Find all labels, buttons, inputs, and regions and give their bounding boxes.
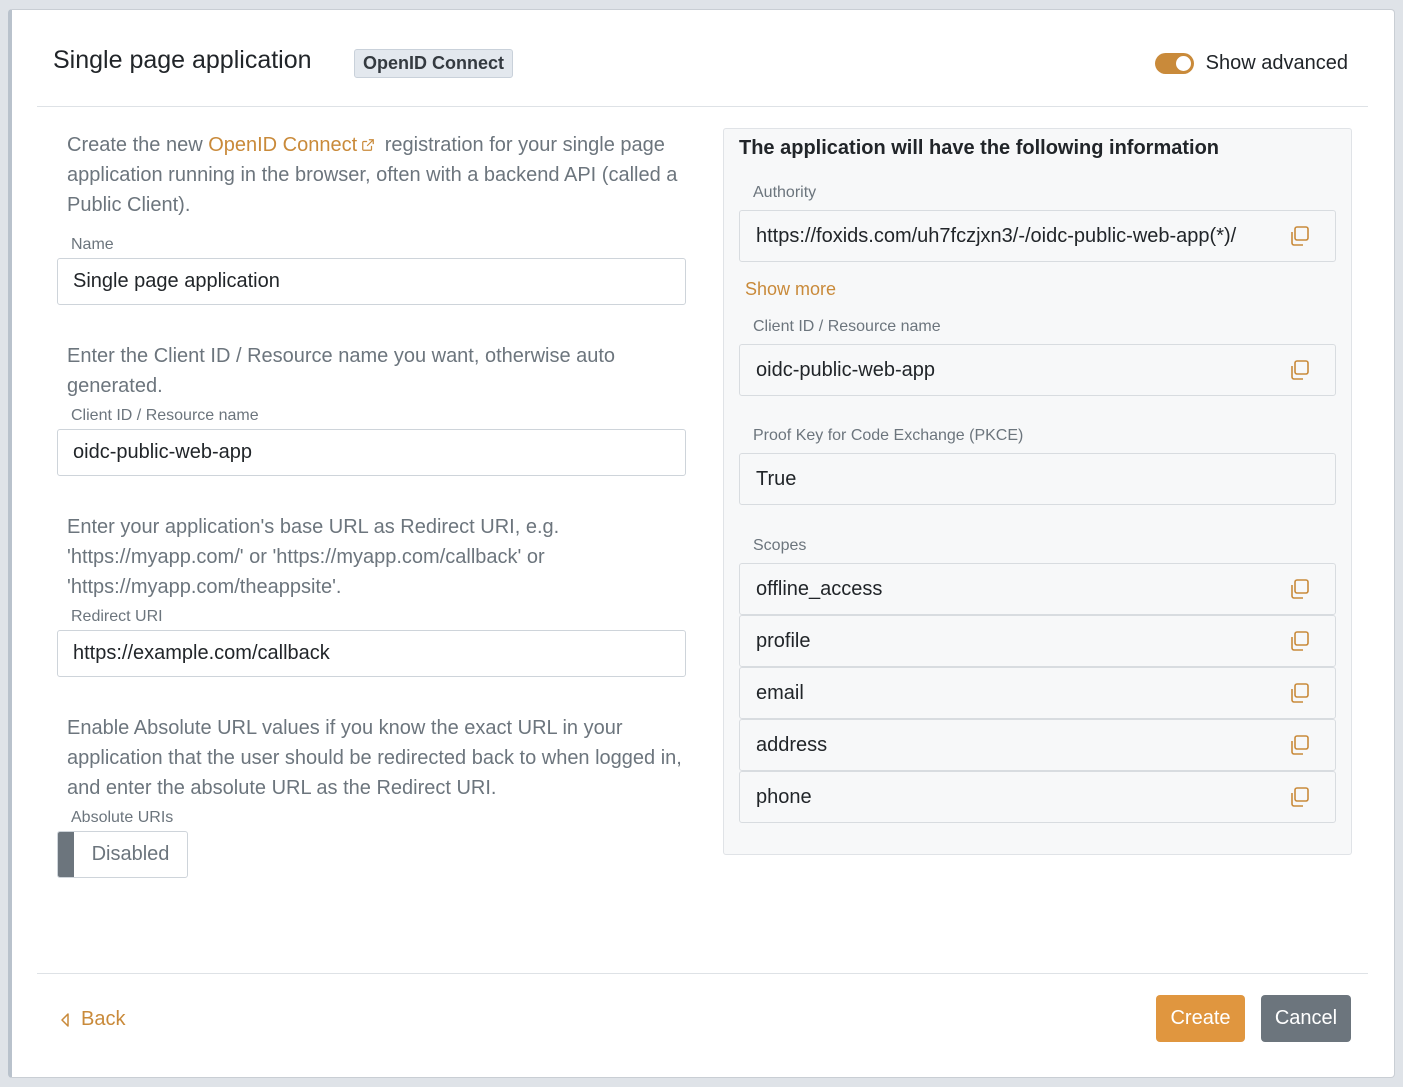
scope-value: profile [756, 630, 811, 652]
client-id-input[interactable]: oidc-public-web-app [57, 429, 686, 476]
dialog: Single page application OpenID Connect S… [8, 9, 1395, 1078]
redirect-help: Enter your application's base URL as Red… [67, 516, 560, 598]
absolute-uris-state: Disabled [91, 843, 170, 865]
cancel-button[interactable]: Cancel [1261, 995, 1351, 1042]
scope-item: profile [739, 615, 1336, 667]
absolute-url-help: Enable Absolute URL values if you know t… [67, 717, 682, 799]
scope-value: offline_access [756, 578, 883, 600]
absolute-uris-toggle[interactable]: Disabled [57, 831, 188, 878]
show-more-link[interactable]: Show more [745, 279, 836, 300]
intro-text: Create the new OpenID Connect registrati… [57, 130, 687, 220]
form-column: Create the new OpenID Connect registrati… [57, 130, 687, 878]
scope-value: phone [756, 786, 812, 808]
copy-icon[interactable] [1288, 786, 1310, 808]
back-button[interactable]: Back [59, 1008, 125, 1031]
toggle-indicator [58, 832, 74, 877]
create-button[interactable]: Create [1156, 995, 1245, 1042]
redirect-uri-input[interactable]: https://example.com/callback [57, 630, 686, 677]
show-advanced-label: Show advanced [1205, 51, 1348, 74]
dialog-title: Single page application [53, 46, 312, 74]
name-label: Name [71, 236, 114, 253]
copy-icon[interactable] [1288, 225, 1310, 247]
authority-label: Authority [753, 184, 817, 201]
back-label: Back [81, 1008, 126, 1030]
copy-icon[interactable] [1288, 359, 1310, 381]
scope-value: address [756, 734, 828, 756]
scope-value: email [756, 682, 804, 704]
dialog-header: Single page application OpenID Connect S… [37, 10, 1368, 107]
info-panel-title: The application will have the following … [739, 137, 1220, 159]
intro-pre: Create the new [67, 134, 209, 156]
scopes-label: Scopes [753, 537, 807, 554]
scope-item: address [739, 719, 1336, 771]
client-id-info-label: Client ID / Resource name [753, 318, 941, 335]
client-id-info-field: oidc-public-web-app [739, 344, 1336, 396]
absolute-uris-label: Absolute URIs [71, 809, 174, 826]
pkce-value: True [756, 468, 797, 490]
toggle-knob [1175, 55, 1191, 71]
toggle-switch[interactable] [1154, 52, 1194, 74]
copy-icon[interactable] [1288, 630, 1310, 652]
dialog-footer: Back Create Cancel [37, 973, 1368, 1073]
external-link-icon [362, 139, 375, 151]
redirect-uri-label: Redirect URI [71, 608, 163, 625]
client-id-label: Client ID / Resource name [71, 407, 259, 424]
openid-connect-link[interactable]: OpenID Connect [208, 134, 357, 156]
scope-item: email [739, 667, 1336, 719]
copy-icon[interactable] [1288, 578, 1310, 600]
authority-field: https://foxids.com/uh7fczjxn3/-/oidc-pub… [739, 210, 1336, 262]
info-panel: The application will have the following … [723, 128, 1352, 855]
scope-item: phone [739, 771, 1336, 823]
chevron-left-icon [61, 1012, 69, 1027]
protocol-badge: OpenID Connect [354, 49, 514, 78]
scope-item: offline_access [739, 563, 1336, 615]
copy-icon[interactable] [1288, 734, 1310, 756]
show-advanced-toggle[interactable]: Show advanced [1154, 50, 1348, 76]
client-id-info-value: oidc-public-web-app [756, 359, 935, 381]
pkce-label: Proof Key for Code Exchange (PKCE) [753, 427, 1024, 444]
authority-value: https://foxids.com/uh7fczjxn3/-/oidc-pub… [756, 225, 1237, 247]
client-id-help: Enter the Client ID / Resource name you … [67, 345, 616, 397]
name-input[interactable]: Single page application [57, 258, 686, 305]
pkce-field: True [739, 453, 1336, 505]
copy-icon[interactable] [1288, 682, 1310, 704]
